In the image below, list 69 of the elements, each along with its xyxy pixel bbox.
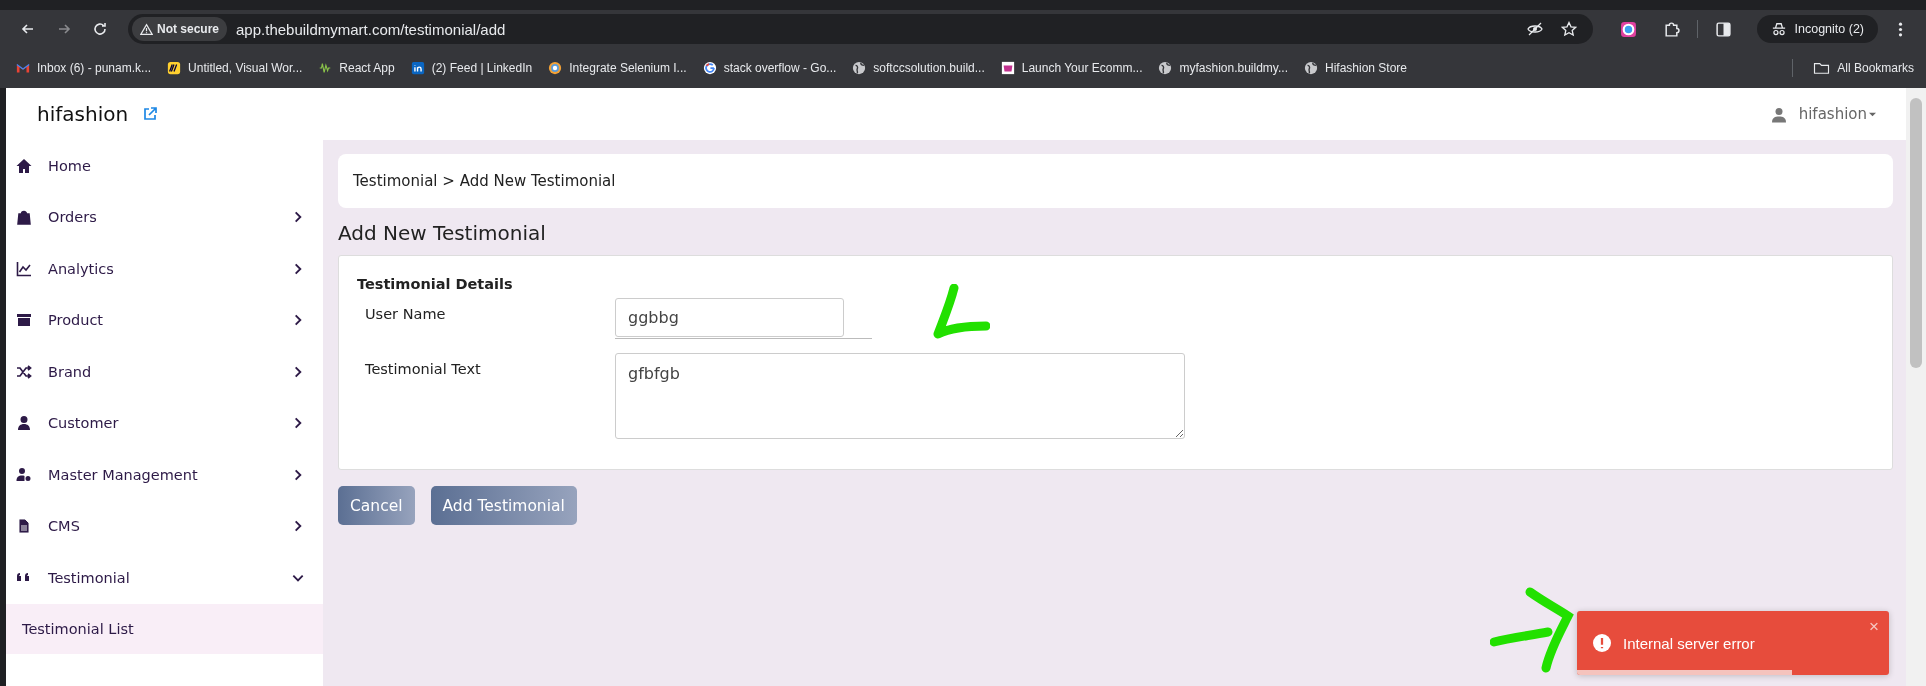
address-bar[interactable]: Not secure app.thebuildmymart.com/testimonial/add [128, 14, 1593, 44]
security-chip[interactable]: Not secure [132, 17, 228, 41]
all-bookmarks-link[interactable]: All Bookmarks [1813, 61, 1914, 75]
globe-icon [1158, 61, 1173, 75]
submit-button[interactable]: Add Testimonial [430, 486, 577, 525]
bookmark-link[interactable]: Inbox (6) - punam.k... [16, 61, 152, 75]
input-field[interactable]: ggbbg [615, 298, 844, 337]
bookmark-link[interactable]: Integrate Selenium I... [548, 61, 687, 75]
sidebar-item[interactable]: Testimonial [6, 552, 323, 604]
user-icon [16, 415, 32, 432]
breadcrumb: Testimonial > Add New Testimonial [353, 172, 616, 190]
sidebar-item[interactable]: Brand [6, 346, 323, 398]
page-title: Add New Testimonial [338, 221, 547, 245]
board-logo-icon [167, 61, 182, 75]
bookmark-link[interactable]: (2) Feed | LinkedIn [410, 61, 533, 75]
bookmark-link[interactable]: softccsolution.build... [852, 61, 985, 75]
side-panel-icon[interactable] [1714, 20, 1732, 38]
brand-name: hifashion [37, 102, 129, 126]
bookmark-link[interactable]: Launch Your Ecomm... [1000, 61, 1143, 75]
user-gear-icon [16, 466, 32, 483]
bag-icon [16, 209, 32, 226]
scrollbar[interactable] [1906, 88, 1926, 686]
field-label: Testimonial Text [364, 360, 482, 377]
g-logo-icon [702, 61, 717, 75]
text-area[interactable]: gfbfgb [615, 353, 1185, 439]
warning-icon [140, 22, 153, 36]
shuffle-icon [16, 363, 32, 380]
document-icon [16, 518, 32, 535]
field-label: User Name [364, 305, 447, 322]
sidebar-item[interactable]: Analytics [6, 243, 323, 295]
archive-box-icon [16, 312, 32, 329]
star-icon[interactable] [1560, 21, 1577, 37]
bookmark-link[interactable]: myfashion.buildmy... [1158, 61, 1288, 75]
sidebar-item[interactable]: Customer [6, 397, 323, 449]
url-text: app.thebuildmymart.com/testimonial/add [236, 20, 507, 38]
cancel-button[interactable]: Cancel [338, 486, 415, 525]
mail-icon [16, 61, 30, 75]
caret-icon [1869, 110, 1876, 118]
section-title: Testimonial Details [357, 276, 514, 292]
toast-message: Internal server error [1623, 634, 1755, 652]
sidebar-item[interactable]: Product [6, 294, 323, 346]
sidebar-item[interactable]: CMS [6, 500, 323, 552]
globe-icon [852, 61, 867, 75]
user-icon [1770, 105, 1787, 123]
bookmark-link[interactable]: Hifashion Store [1304, 61, 1408, 75]
globe-icon [1304, 61, 1318, 75]
sidebar-item[interactable]: Master Management [6, 449, 323, 501]
sidebar-item[interactable]: Home [6, 140, 323, 192]
line-chart-icon [16, 260, 32, 277]
home-icon [16, 157, 32, 174]
incognito-button[interactable]: Incognito (2) [1756, 15, 1878, 43]
puzzle-icon[interactable] [1662, 20, 1680, 38]
incognito-icon [1770, 22, 1787, 36]
shop-icon [1000, 61, 1015, 75]
bookmark-link[interactable]: Untitled, Visual Wor... [167, 61, 303, 75]
wave-icon [318, 61, 333, 75]
sidebar-item[interactable]: Orders [6, 191, 323, 243]
bookmark-link[interactable]: React App [318, 61, 395, 75]
alert-icon [1593, 634, 1611, 652]
extension-ring-icon[interactable] [1619, 20, 1637, 38]
folder-icon [1813, 61, 1831, 75]
ring-icon [548, 61, 563, 75]
in-logo-icon [410, 61, 425, 75]
user-menu[interactable]: hifashion [1770, 105, 1876, 123]
eye-off-icon[interactable] [1526, 21, 1543, 37]
reload-icon[interactable] [92, 21, 108, 37]
external-link-icon[interactable] [142, 106, 159, 122]
sidebar-subitem[interactable]: Testimonial List [6, 603, 323, 654]
bookmark-link[interactable]: stack overflow - Go... [702, 61, 837, 75]
